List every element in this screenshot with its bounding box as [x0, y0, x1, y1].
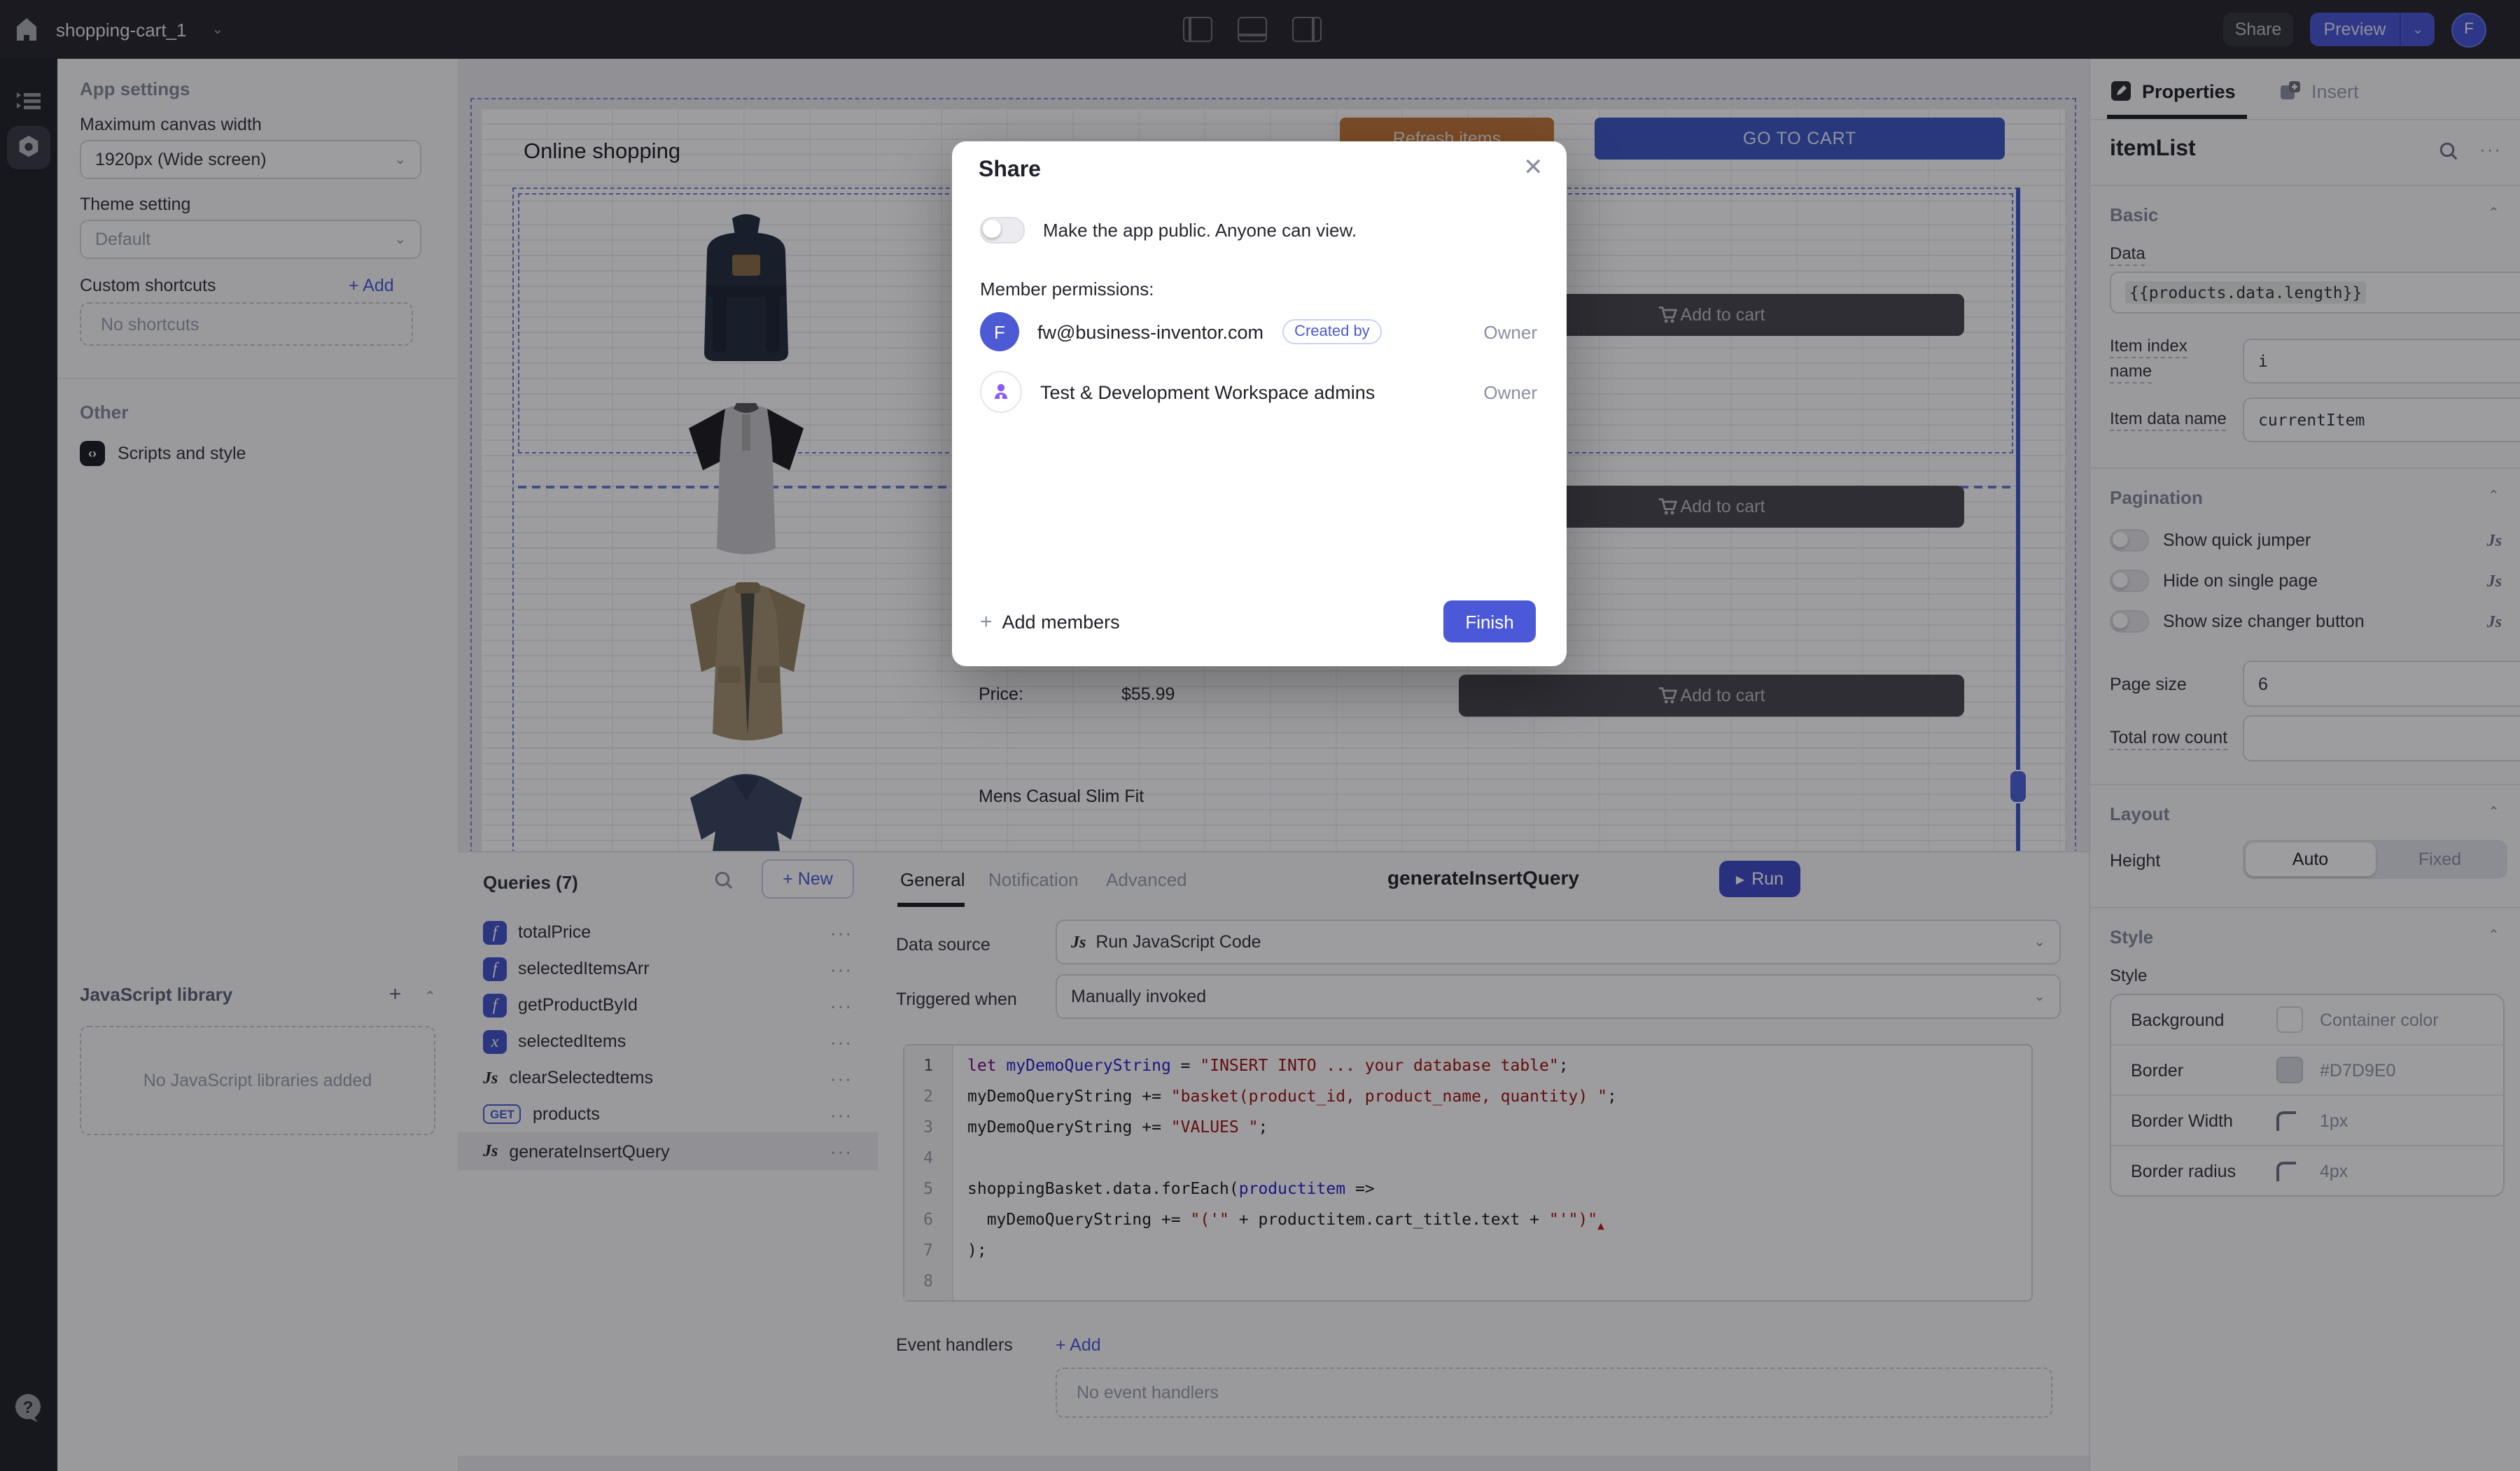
add-members-link[interactable]: + Add members: [980, 610, 1120, 634]
created-by-badge: Created by: [1282, 319, 1382, 344]
share-modal: Share ✕ Make the app public. Anyone can …: [952, 141, 1567, 666]
make-public-toggle[interactable]: [980, 217, 1025, 244]
share-modal-title: Share: [979, 158, 1041, 183]
plus-icon: +: [980, 610, 993, 634]
close-icon[interactable]: ✕: [1523, 154, 1544, 182]
member-role[interactable]: Owner: [1483, 381, 1537, 402]
finish-button[interactable]: Finish: [1443, 600, 1536, 642]
member-permissions-label: Member permissions:: [980, 279, 1154, 300]
member-row: Test & Development Workspace admins Owne…: [980, 371, 1537, 413]
person-icon: [991, 382, 1011, 402]
public-toggle-row: Make the app public. Anyone can view.: [980, 217, 1357, 244]
group-avatar: [980, 371, 1022, 413]
member-row: F fw@business-inventor.com Created by Ow…: [980, 312, 1537, 351]
member-avatar: F: [980, 312, 1019, 351]
member-role[interactable]: Owner: [1483, 321, 1537, 342]
